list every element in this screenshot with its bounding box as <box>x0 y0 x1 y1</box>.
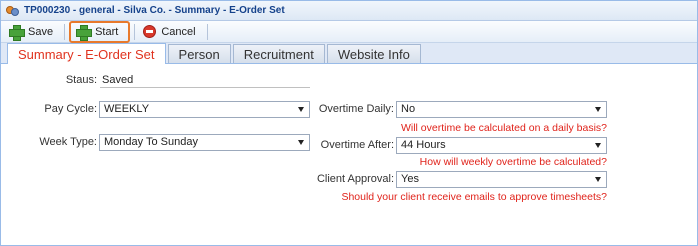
toolbar-separator <box>64 23 66 40</box>
week-type-value: Monday To Sunday <box>104 136 198 148</box>
status-label: Staus: <box>65 74 97 86</box>
tab-recruitment[interactable]: Recruitment <box>232 44 325 63</box>
client-approval-value: Yes <box>401 173 419 185</box>
toolbar-separator <box>134 23 136 40</box>
client-approval-label: Client Approval: <box>316 173 394 185</box>
overtime-after-label: Overtime After: <box>320 139 394 151</box>
overtime-daily-value: No <box>401 103 416 115</box>
add-icon <box>76 24 93 41</box>
save-label: Save <box>28 25 54 38</box>
chevron-down-icon <box>595 143 601 148</box>
client-approval-hint: Should your client receive emails to app… <box>341 191 607 203</box>
window: TP000230 - general - Silva Co. - Summary… <box>0 0 698 246</box>
pay-cycle-value: WEEKLY <box>104 103 150 115</box>
chevron-down-icon <box>595 177 601 182</box>
cancel-button[interactable]: Cancel <box>139 23 202 41</box>
week-type-label: Week Type: <box>39 136 97 148</box>
cancel-label: Cancel <box>161 25 196 38</box>
chevron-down-icon <box>595 107 601 112</box>
tab-website-info[interactable]: Website Info <box>326 44 421 63</box>
save-button[interactable]: Save <box>5 23 60 41</box>
overtime-daily-hint: Will overtime be calculated on a daily b… <box>400 122 607 134</box>
tab-strip: Summary - E-Order Set Person Recruitment… <box>1 43 697 64</box>
window-title: TP000230 - general - Silva Co. - Summary… <box>24 5 285 16</box>
overtime-after-hint: How will weekly overtime be calculated? <box>419 156 607 168</box>
overtime-daily-label: Overtime Daily: <box>318 103 394 115</box>
toolbar: Save Start Cancel <box>1 20 697 43</box>
pay-cycle-label: Pay Cycle: <box>44 103 97 115</box>
client-approval-select[interactable]: Yes <box>396 171 607 188</box>
week-type-select[interactable]: Monday To Sunday <box>99 134 310 151</box>
pay-cycle-select[interactable]: WEEKLY <box>99 101 310 118</box>
overtime-daily-select[interactable]: No <box>396 101 607 118</box>
tab-person[interactable]: Person <box>167 44 231 63</box>
overtime-after-value: 44 Hours <box>401 139 446 151</box>
start-button[interactable]: Start <box>69 20 131 43</box>
toolbar-separator <box>206 23 208 40</box>
title-bar: TP000230 - general - Silva Co. - Summary… <box>1 1 697 21</box>
add-icon <box>9 24 25 41</box>
tab-summary[interactable]: Summary - E-Order Set <box>7 43 166 64</box>
start-label: Start <box>95 25 119 38</box>
app-icon <box>6 4 19 17</box>
status-value: Saved <box>100 74 310 88</box>
overtime-after-select[interactable]: 44 Hours <box>396 137 607 154</box>
form-panel: Staus: Saved Pay Cycle: WEEKLY Week Type… <box>1 65 697 245</box>
cancel-icon <box>143 25 157 38</box>
